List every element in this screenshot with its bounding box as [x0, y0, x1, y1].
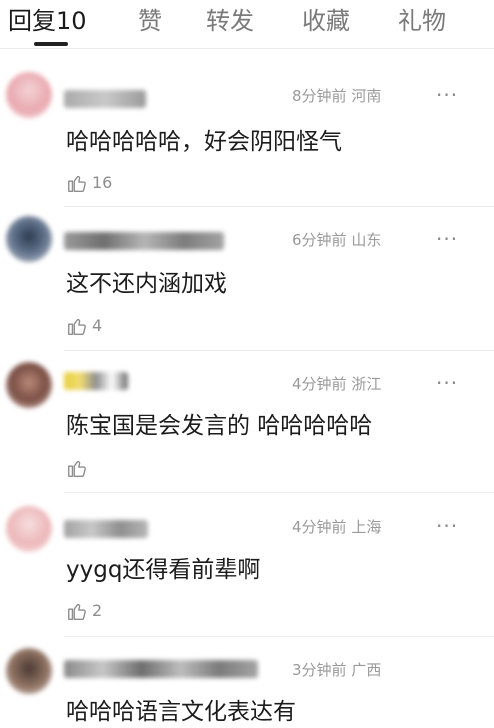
avatar[interactable] [6, 362, 52, 408]
comment-time: 8分钟前 [292, 87, 347, 105]
username[interactable] [64, 232, 224, 250]
username[interactable] [64, 520, 148, 538]
comment-meta: 6分钟前 山东 [292, 230, 381, 250]
like-count: 2 [92, 601, 103, 620]
avatar[interactable] [6, 216, 52, 262]
comment-meta: 3分钟前 广西 [292, 660, 381, 680]
comment-text: yygq还得看前辈啊 [66, 557, 261, 583]
thumbs-up-icon [68, 460, 86, 477]
username[interactable] [64, 372, 128, 390]
avatar[interactable] [6, 648, 52, 694]
comment-time: 4分钟前 [292, 375, 347, 393]
active-tab-indicator [34, 42, 68, 46]
thumbs-up-icon [68, 318, 86, 335]
comment-location: 山东 [351, 231, 382, 249]
tab-reposts[interactable]: 转发 [206, 4, 254, 38]
username[interactable] [64, 90, 146, 108]
comment-time: 6分钟前 [292, 231, 347, 249]
avatar[interactable] [6, 506, 52, 552]
like-button[interactable] [66, 457, 92, 479]
tab-favorites[interactable]: 收藏 [302, 4, 350, 38]
comment-location: 上海 [351, 518, 382, 536]
tab-replies-label: 回复 [8, 7, 56, 35]
comment-divider [64, 206, 494, 207]
comment-text: 陈宝国是会发言的 哈哈哈哈哈 [66, 413, 373, 439]
comment-time: 4分钟前 [292, 518, 347, 536]
comment-text: 哈哈哈语言文化表达有 [66, 699, 296, 725]
more-options-icon[interactable]: ··· [436, 85, 458, 105]
tab-bar: 回复10 赞 转发 收藏 礼物 [0, 0, 494, 49]
tab-replies[interactable]: 回复10 [8, 4, 87, 38]
more-options-icon[interactable]: ··· [436, 373, 458, 393]
username[interactable] [64, 660, 258, 678]
comment-meta: 8分钟前 河南 [292, 86, 381, 106]
thumbs-up-icon [68, 603, 86, 620]
comment-location: 河南 [351, 87, 382, 105]
comment-meta: 4分钟前 浙江 [292, 374, 381, 394]
like-count: 4 [92, 316, 103, 335]
comment-divider [64, 350, 494, 351]
more-options-icon[interactable]: ··· [436, 229, 458, 249]
like-button[interactable]: 4 [66, 315, 102, 337]
comment-meta: 4分钟前 上海 [292, 517, 381, 537]
like-button[interactable]: 2 [66, 600, 102, 622]
comment-text: 这不还内涵加戏 [66, 271, 227, 297]
tab-divider [0, 48, 494, 49]
like-button[interactable]: 16 [66, 172, 112, 194]
comment-location: 浙江 [351, 375, 382, 393]
tab-likes[interactable]: 赞 [138, 4, 162, 38]
more-options-icon[interactable]: ··· [436, 516, 458, 536]
tab-gifts[interactable]: 礼物 [398, 4, 446, 38]
comment-time: 3分钟前 [292, 661, 347, 679]
comment-text: 哈哈哈哈哈，好会阴阳怪气 [66, 129, 342, 155]
like-count: 16 [92, 173, 113, 192]
thumbs-up-icon [68, 175, 86, 192]
tab-replies-count: 10 [56, 7, 87, 35]
comment-divider [64, 636, 494, 637]
comment-divider [64, 492, 494, 493]
comment-location: 广西 [351, 661, 382, 679]
avatar[interactable] [6, 72, 52, 118]
